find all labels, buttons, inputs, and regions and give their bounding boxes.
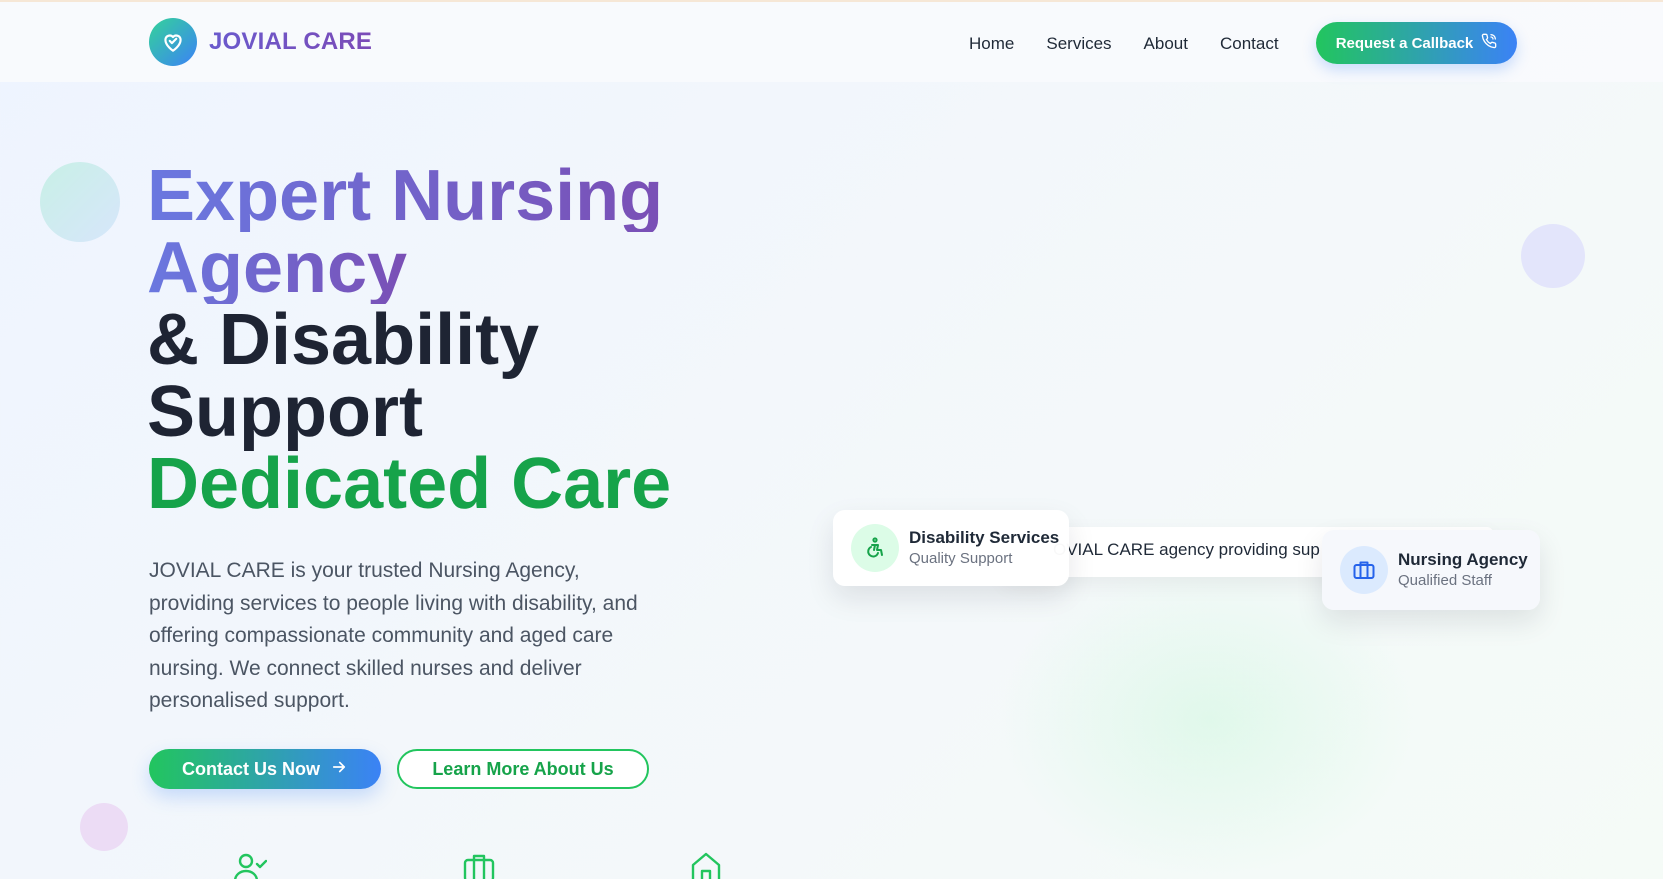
card-subtitle: Qualified Staff	[1398, 572, 1492, 589]
disability-services-card: Disability Services Quality Support	[833, 510, 1069, 586]
site-header: JOVIAL CARE Home Services About Contact …	[0, 2, 1663, 82]
arrow-right-icon	[330, 758, 348, 781]
hero-description: JOVIAL CARE is your trusted Nursing Agen…	[149, 559, 638, 712]
learn-more-button[interactable]: Learn More About Us	[397, 749, 649, 789]
user-check-icon	[233, 852, 268, 879]
wheelchair-icon	[851, 524, 899, 572]
briefcase-icon	[462, 852, 496, 879]
request-callback-label: Request a Callback	[1335, 34, 1474, 52]
learn-more-label: Learn More About Us	[432, 758, 614, 779]
decorative-circle	[40, 162, 120, 242]
hero-title: Expert Nursing Agency & Disability Suppo…	[147, 160, 671, 520]
card-title: Disability Services	[909, 528, 1060, 547]
hero-image-caption-text: OVIAL CARE agency providing sup	[1053, 540, 1320, 559]
briefcase-icon	[1340, 546, 1388, 594]
contact-us-label: Contact Us Now	[181, 758, 320, 779]
decorative-circle	[80, 803, 128, 851]
brand-logo[interactable]: JOVIAL CARE	[149, 18, 372, 66]
hero-title-line: Support	[147, 372, 423, 452]
home-icon	[689, 852, 723, 879]
nursing-agency-card: Nursing Agency Qualified Staff	[1322, 530, 1540, 610]
brand-name: JOVIAL CARE	[209, 28, 373, 55]
hero-title-line: Expert Nursing	[147, 156, 664, 236]
nav-services[interactable]: Services	[1046, 34, 1111, 54]
nav-contact[interactable]: Contact	[1220, 34, 1279, 54]
phone-icon	[1481, 33, 1497, 53]
decorative-circle	[1521, 224, 1585, 288]
nav-about[interactable]: About	[1144, 34, 1188, 54]
contact-us-button[interactable]: Contact Us Now	[149, 749, 381, 789]
heart-handshake-icon	[149, 18, 197, 66]
card-subtitle: Quality Support	[909, 550, 1013, 567]
hero-title-highlight: Dedicated Care	[147, 444, 672, 524]
hero-title-line: Agency	[147, 228, 408, 308]
request-callback-button[interactable]: Request a Callback	[1316, 22, 1517, 64]
nav-home[interactable]: Home	[969, 34, 1014, 54]
card-title: Nursing Agency	[1398, 550, 1528, 569]
hero-title-line: & Disability	[147, 300, 540, 380]
main-nav: Home Services About Contact	[969, 34, 1311, 54]
